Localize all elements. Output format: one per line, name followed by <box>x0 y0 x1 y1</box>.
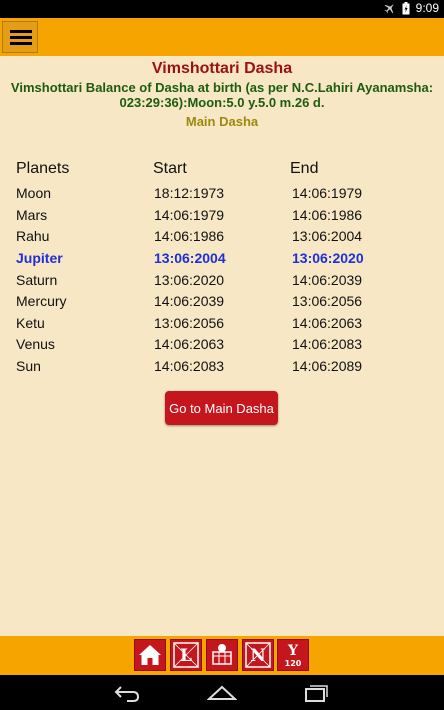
column-header-planets: Planets <box>16 160 70 177</box>
panchang-icon <box>212 644 232 665</box>
status-time: 9:09 <box>415 1 439 15</box>
planet-name: Venus <box>16 336 55 352</box>
svg-text:L: L <box>180 646 192 666</box>
menu-button[interactable] <box>2 21 38 53</box>
table-row: Venus 14:06:2063 14:06:2083 <box>0 336 444 357</box>
end-date: 14:06:1986 <box>292 207 363 223</box>
home-button[interactable] <box>134 639 166 671</box>
table-row: Ketu 13:06:2056 14:06:2063 <box>0 315 444 336</box>
menu-icon-line <box>10 36 32 39</box>
end-date: 14:06:2039 <box>292 272 363 288</box>
go-to-main-dasha-button[interactable]: Go to Main Dasha <box>165 391 278 425</box>
end-date: 14:06:2063 <box>292 315 363 331</box>
svg-text:120: 120 <box>285 659 302 668</box>
table-row: Moon 18:12:1973 14:06:1979 <box>0 185 444 206</box>
start-date: 18:12:1973 <box>154 185 225 201</box>
planet-name: Rahu <box>16 228 50 244</box>
start-date: 14:06:2063 <box>154 336 225 352</box>
system-nav-bar <box>0 675 444 710</box>
recents-icon[interactable] <box>304 681 330 703</box>
column-header-end: End <box>290 160 319 177</box>
dasha-balance-text: Vimshottari Balance of Dasha at birth (a… <box>10 80 434 110</box>
panchang-button[interactable] <box>206 639 238 671</box>
end-date: 14:06:2083 <box>292 336 363 352</box>
navamsa-chart-icon: N <box>245 642 271 668</box>
status-bar: 9:09 <box>0 0 444 18</box>
navamsa-chart-button[interactable]: N <box>242 639 274 671</box>
back-icon[interactable] <box>113 681 141 703</box>
section-subtitle: Main Dasha <box>185 114 259 129</box>
start-date: 14:06:2039 <box>154 293 225 309</box>
planet-name: Moon <box>16 185 52 201</box>
page-title: Vimshottari Dasha <box>151 60 293 77</box>
dasha-years-button[interactable]: Y 120 <box>277 639 309 671</box>
menu-icon-line <box>10 42 32 45</box>
planet-name: Saturn <box>16 272 58 288</box>
start-date: 14:06:1979 <box>154 207 225 223</box>
column-header-start: Start <box>153 160 187 177</box>
menu-icon-line <box>10 30 32 33</box>
planet-name: Jupiter <box>16 250 63 266</box>
end-date: 14:06:1979 <box>292 185 363 201</box>
table-row: Mercury 14:06:2039 13:06:2056 <box>0 293 444 314</box>
planet-name: Sun <box>16 358 41 374</box>
svg-text:Y: Y <box>287 643 299 659</box>
table-row: Rahu 14:06:1986 13:06:2004 <box>0 228 444 249</box>
start-date: 13:06:2056 <box>154 315 225 331</box>
end-date: 13:06:2056 <box>292 293 363 309</box>
airplane-mode-icon <box>384 4 394 14</box>
lagna-chart-icon: L <box>173 642 199 668</box>
table-row: Sun 14:06:2083 14:06:2089 <box>0 358 444 379</box>
end-date: 14:06:2089 <box>292 358 363 374</box>
home-nav-icon[interactable] <box>207 681 237 703</box>
end-date: 13:06:2004 <box>292 228 363 244</box>
dasha-years-icon: Y 120 <box>285 643 302 668</box>
home-icon <box>139 645 161 665</box>
planet-name: Mars <box>16 207 48 223</box>
svg-text:N: N <box>250 646 266 666</box>
start-date: 14:06:2083 <box>154 358 225 374</box>
status-icons: 9:09 <box>384 1 439 15</box>
app-bar <box>0 18 444 56</box>
main-content: Vimshottari Dasha Vimshottari Balance of… <box>0 56 444 636</box>
start-date: 13:06:2004 <box>154 250 226 266</box>
battery-charging-icon <box>402 1 410 14</box>
planet-name: Ketu <box>16 315 45 331</box>
bottom-toolbar: L N Y 120 <box>0 636 444 675</box>
lagna-chart-button[interactable]: L <box>170 639 202 671</box>
table-row: Saturn 13:06:2020 14:06:2039 <box>0 272 444 293</box>
planet-name: Mercury <box>16 293 67 309</box>
start-date: 13:06:2020 <box>154 272 225 288</box>
start-date: 14:06:1986 <box>154 228 225 244</box>
end-date: 13:06:2020 <box>292 250 364 266</box>
table-row: Mars 14:06:1979 14:06:1986 <box>0 207 444 228</box>
table-row-current: Jupiter 13:06:2004 13:06:2020 <box>0 250 444 271</box>
